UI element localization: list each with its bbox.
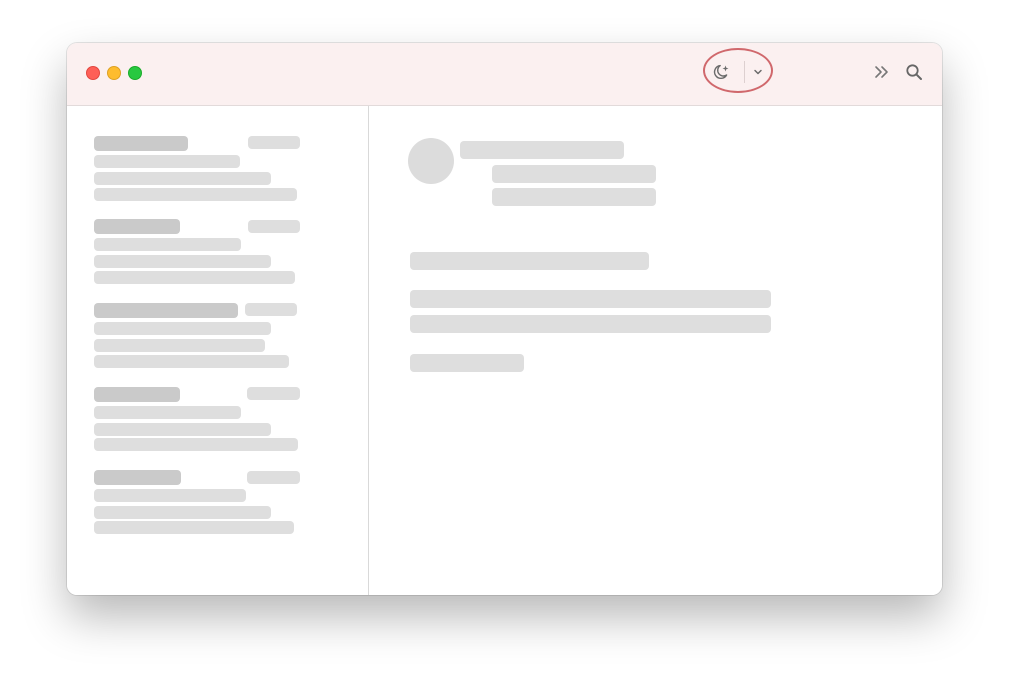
skeleton-line xyxy=(94,172,271,185)
list-item[interactable] xyxy=(67,295,368,368)
skeleton-line xyxy=(94,506,271,519)
skeleton-line xyxy=(94,521,294,534)
search-button[interactable] xyxy=(903,61,925,83)
zoom-button[interactable] xyxy=(128,66,142,80)
skeleton-line xyxy=(410,354,524,372)
skeleton-line xyxy=(410,315,771,333)
close-button[interactable] xyxy=(86,66,100,80)
skeleton-line xyxy=(94,339,265,352)
theme-menu-button[interactable] xyxy=(749,62,767,82)
skeleton-title xyxy=(94,136,188,151)
skeleton-line xyxy=(94,322,271,335)
skeleton-line xyxy=(492,188,656,206)
skeleton-line xyxy=(94,423,271,436)
skeleton-title xyxy=(94,387,180,402)
skeleton-date xyxy=(247,387,300,400)
message-list-sidebar xyxy=(67,106,369,595)
skeleton-line xyxy=(94,255,271,268)
skeleton-line xyxy=(94,238,241,251)
chevron-down-icon xyxy=(754,69,762,75)
skeleton-line xyxy=(94,406,241,419)
skeleton-line xyxy=(94,438,298,451)
skeleton-sender xyxy=(460,141,624,159)
list-item[interactable] xyxy=(67,211,368,284)
list-item[interactable] xyxy=(67,462,368,534)
skeleton-subject xyxy=(410,252,649,270)
double-chevron-right-icon xyxy=(875,66,888,78)
skeleton-line xyxy=(94,271,295,284)
skeleton-date xyxy=(248,136,300,149)
skeleton-line xyxy=(410,290,771,308)
skeleton-line xyxy=(492,165,656,183)
list-item[interactable] xyxy=(67,378,368,451)
theme-toggle-button[interactable] xyxy=(708,60,734,84)
skeleton-line xyxy=(94,355,289,368)
list-item[interactable] xyxy=(67,128,368,201)
skeleton-date xyxy=(245,303,297,316)
skeleton-title xyxy=(94,219,180,234)
avatar xyxy=(408,138,454,184)
skeleton-line xyxy=(94,188,297,201)
minimize-button[interactable] xyxy=(107,66,121,80)
skeleton-date xyxy=(248,220,300,233)
moon-sparkle-icon xyxy=(713,64,729,79)
toolbar-overflow-button[interactable] xyxy=(871,61,893,83)
message-detail-pane xyxy=(369,106,942,595)
skeleton-title xyxy=(94,303,238,318)
search-icon xyxy=(906,64,922,80)
toolbar-separator xyxy=(744,61,745,83)
skeleton-line xyxy=(94,155,240,168)
app-window xyxy=(67,43,942,595)
skeleton-line xyxy=(94,489,246,502)
skeleton-title xyxy=(94,470,181,485)
skeleton-date xyxy=(247,471,300,484)
titlebar xyxy=(67,43,942,106)
